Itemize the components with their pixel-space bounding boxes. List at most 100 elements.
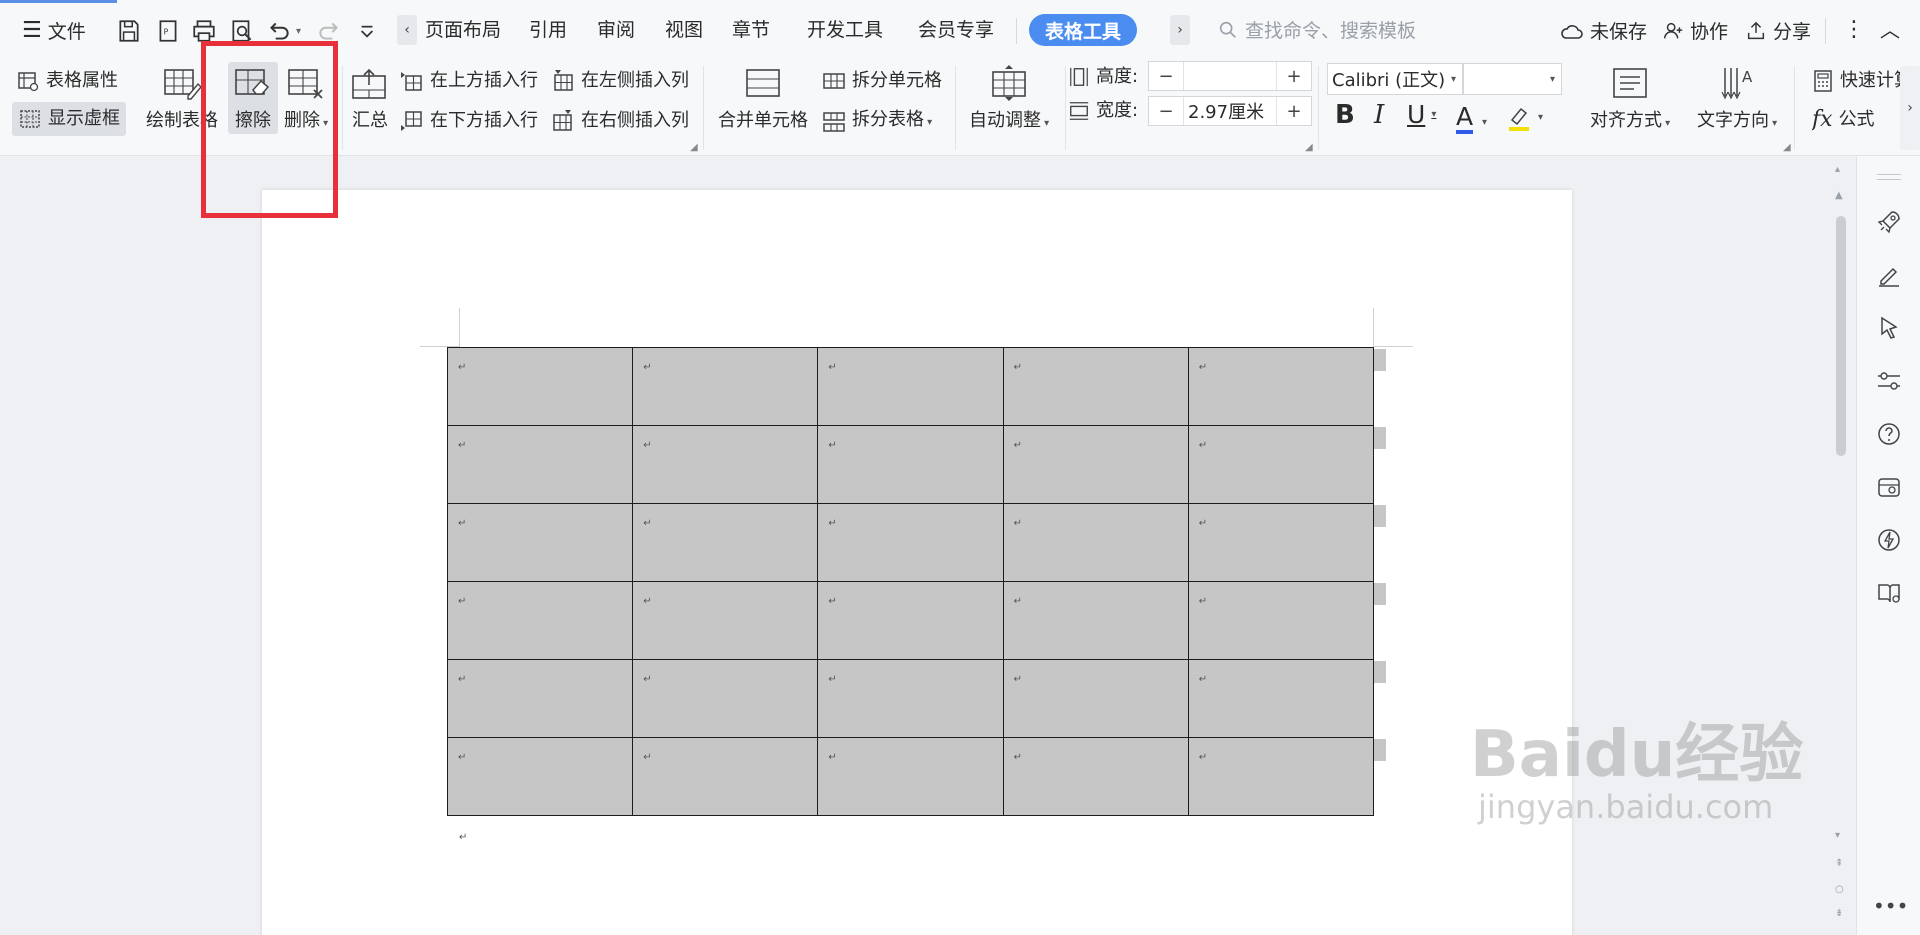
column-width-increment-button[interactable]: + (1277, 97, 1311, 125)
insert-column-left-button[interactable]: 在左侧插入列 (551, 69, 689, 93)
summary-button[interactable]: 汇总 (350, 66, 390, 132)
insert-column-right-button[interactable]: 在右侧插入列 (551, 109, 689, 133)
save-icon[interactable] (112, 14, 146, 48)
auto-fit-button[interactable]: 自动调整 ▾ (969, 64, 1049, 132)
alignment-button[interactable]: 对齐方式 ▾ (1590, 66, 1670, 132)
insert-row-above-button[interactable]: 在上方插入行 (400, 69, 538, 93)
tab-review[interactable]: 审阅 (597, 18, 635, 42)
next-page-icon[interactable]: ⇟ (1835, 908, 1843, 919)
table-cell[interactable]: ↵ (632, 425, 819, 504)
table-cell[interactable]: ↵ (1187, 737, 1375, 816)
text-direction-button[interactable]: A 文字方向 ▾ (1697, 64, 1777, 132)
italic-icon[interactable]: I (1374, 102, 1384, 128)
table-cell[interactable]: ↵ (1187, 347, 1375, 426)
tab-chapter[interactable]: 章节 (732, 18, 770, 42)
table-cell[interactable]: ↵ (817, 425, 1004, 504)
row-height-stepper[interactable]: − + (1148, 61, 1312, 91)
table-cell[interactable]: ↵ (1187, 659, 1375, 738)
table-cell[interactable]: ↵ (1187, 581, 1375, 660)
table-cell[interactable]: ↵ (1002, 503, 1189, 582)
table-cell[interactable]: ↵ (632, 347, 819, 426)
tab-references[interactable]: 引用 (529, 18, 567, 42)
formula-button[interactable]: fx 公式 (1812, 109, 1875, 131)
table-cell[interactable]: ↵ (1002, 425, 1189, 504)
tabs-scroll-left-icon[interactable]: ‹ (397, 15, 417, 45)
font-name-select[interactable]: Calibri (正文) ▾ (1327, 63, 1463, 95)
table-cell[interactable]: ↵ (446, 503, 634, 582)
file-menu-button[interactable]: ☰ 文件 (22, 17, 86, 44)
table-cell[interactable]: ↵ (1187, 425, 1375, 504)
table-cell[interactable]: ↵ (817, 581, 1004, 660)
table-cell[interactable]: ↵ (632, 659, 819, 738)
collapse-ribbon-icon[interactable]: ︿ (1880, 18, 1900, 42)
scrollbar-thumb[interactable] (1836, 216, 1846, 456)
table-cell[interactable]: ↵ (817, 347, 1004, 426)
table-cell[interactable]: ↵ (817, 503, 1004, 582)
customize-toolbar-icon[interactable] (350, 14, 384, 48)
row-height-input[interactable] (1183, 62, 1277, 90)
command-search[interactable]: 查找命令、搜索模板 (1217, 16, 1416, 43)
column-width-input[interactable]: 2.97厘米 (1183, 97, 1277, 125)
table-cell[interactable]: ↵ (817, 659, 1004, 738)
column-width-stepper[interactable]: − 2.97厘米 + (1148, 96, 1312, 126)
font-size-select[interactable]: ▾ (1463, 63, 1562, 95)
font-color-dropdown-icon[interactable]: ▾ (1482, 112, 1487, 134)
show-gridlines-button[interactable]: 显示虚框 (12, 102, 126, 136)
rocket-icon[interactable] (1875, 208, 1903, 236)
insert-group-expand-icon[interactable]: ◢ (690, 142, 698, 153)
table-cell[interactable]: ↵ (1187, 503, 1375, 582)
column-width-decrement-button[interactable]: − (1149, 97, 1183, 125)
tab-view[interactable]: 视图 (665, 18, 703, 42)
tabs-scroll-right-icon[interactable]: › (1170, 15, 1190, 45)
vertical-scrollbar[interactable]: ▴ ▲ ▾ ⇞ ○ ⇟ (1832, 160, 1850, 935)
split-table-button[interactable]: 拆分表格 ▾ (822, 109, 932, 134)
settings-sliders-icon[interactable] (1875, 367, 1903, 395)
table-cell[interactable]: ↵ (1002, 659, 1189, 738)
scroll-page-up-icon[interactable]: ▲ (1835, 190, 1843, 201)
cursor-select-icon[interactable] (1875, 314, 1903, 342)
table-cell[interactable]: ↵ (632, 737, 819, 816)
table-cell[interactable]: ↵ (1002, 737, 1189, 816)
unsaved-status-button[interactable]: 未保存 (1560, 17, 1647, 44)
font-color-icon[interactable]: A (1456, 104, 1474, 134)
insert-row-below-button[interactable]: 在下方插入行 (400, 109, 538, 133)
table-cell[interactable]: ↵ (446, 737, 634, 816)
collaborate-button[interactable]: 协作 (1662, 17, 1728, 44)
share-button[interactable]: 分享 (1745, 17, 1811, 44)
tab-page-layout[interactable]: 页面布局 (425, 18, 501, 42)
tab-member[interactable]: 会员专享 (918, 18, 994, 42)
size-group-expand-icon[interactable]: ◢ (1305, 142, 1313, 153)
more-options-icon[interactable]: ⋮ (1843, 18, 1865, 42)
pen-icon[interactable] (1875, 261, 1903, 289)
table-cell[interactable]: ↵ (632, 503, 819, 582)
table-cell[interactable]: ↵ (632, 581, 819, 660)
help-icon[interactable] (1875, 420, 1903, 448)
store-icon[interactable] (1875, 473, 1903, 501)
scroll-down-icon[interactable]: ▾ (1835, 830, 1840, 841)
table-cell[interactable]: ↵ (446, 659, 634, 738)
table-properties-button[interactable]: 表格属性 (16, 69, 118, 93)
lightning-icon[interactable] (1875, 526, 1903, 554)
more-icon[interactable]: ••• (1873, 894, 1908, 918)
scroll-up-icon[interactable]: ▴ (1835, 164, 1840, 175)
split-cells-button[interactable]: 拆分单元格 (822, 69, 942, 93)
table-cell[interactable]: ↵ (1002, 347, 1189, 426)
row-height-increment-button[interactable]: + (1277, 62, 1311, 90)
document-table[interactable]: ↵ ↵ ↵ ↵ ↵ ↵ ↵ ↵ ↵ ↵ ↵ ↵ ↵ ↵ ↵ ↵ ↵ ↵ ↵ ↵ ↵ ↵ ↵ ↵ ↵ ↵ ↵ ↵ ↵ ↵ (446, 347, 1375, 816)
quick-calculate-button[interactable]: 快速计算 (1812, 69, 1904, 93)
table-cell[interactable]: ↵ (446, 347, 634, 426)
table-cell[interactable]: ↵ (446, 425, 634, 504)
table-cell[interactable]: ↵ (817, 737, 1004, 816)
underline-icon[interactable]: U ▾ (1407, 102, 1436, 127)
tab-developer[interactable]: 开发工具 (807, 18, 883, 42)
book-reader-icon[interactable] (1875, 579, 1903, 607)
font-group-expand-icon[interactable]: ◢ (1783, 142, 1791, 153)
table-cell[interactable]: ↵ (446, 581, 634, 660)
table-cell[interactable]: ↵ (1002, 581, 1189, 660)
export-pdf-icon[interactable]: P (151, 14, 185, 48)
highlight-color-icon[interactable]: ▾ (1506, 104, 1543, 132)
select-browse-object-icon[interactable]: ○ (1835, 884, 1844, 895)
bold-icon[interactable]: B (1335, 102, 1355, 128)
ribbon-scroll-right-icon[interactable]: › (1900, 66, 1920, 150)
tab-table-tools[interactable]: 表格工具 (1029, 14, 1137, 46)
